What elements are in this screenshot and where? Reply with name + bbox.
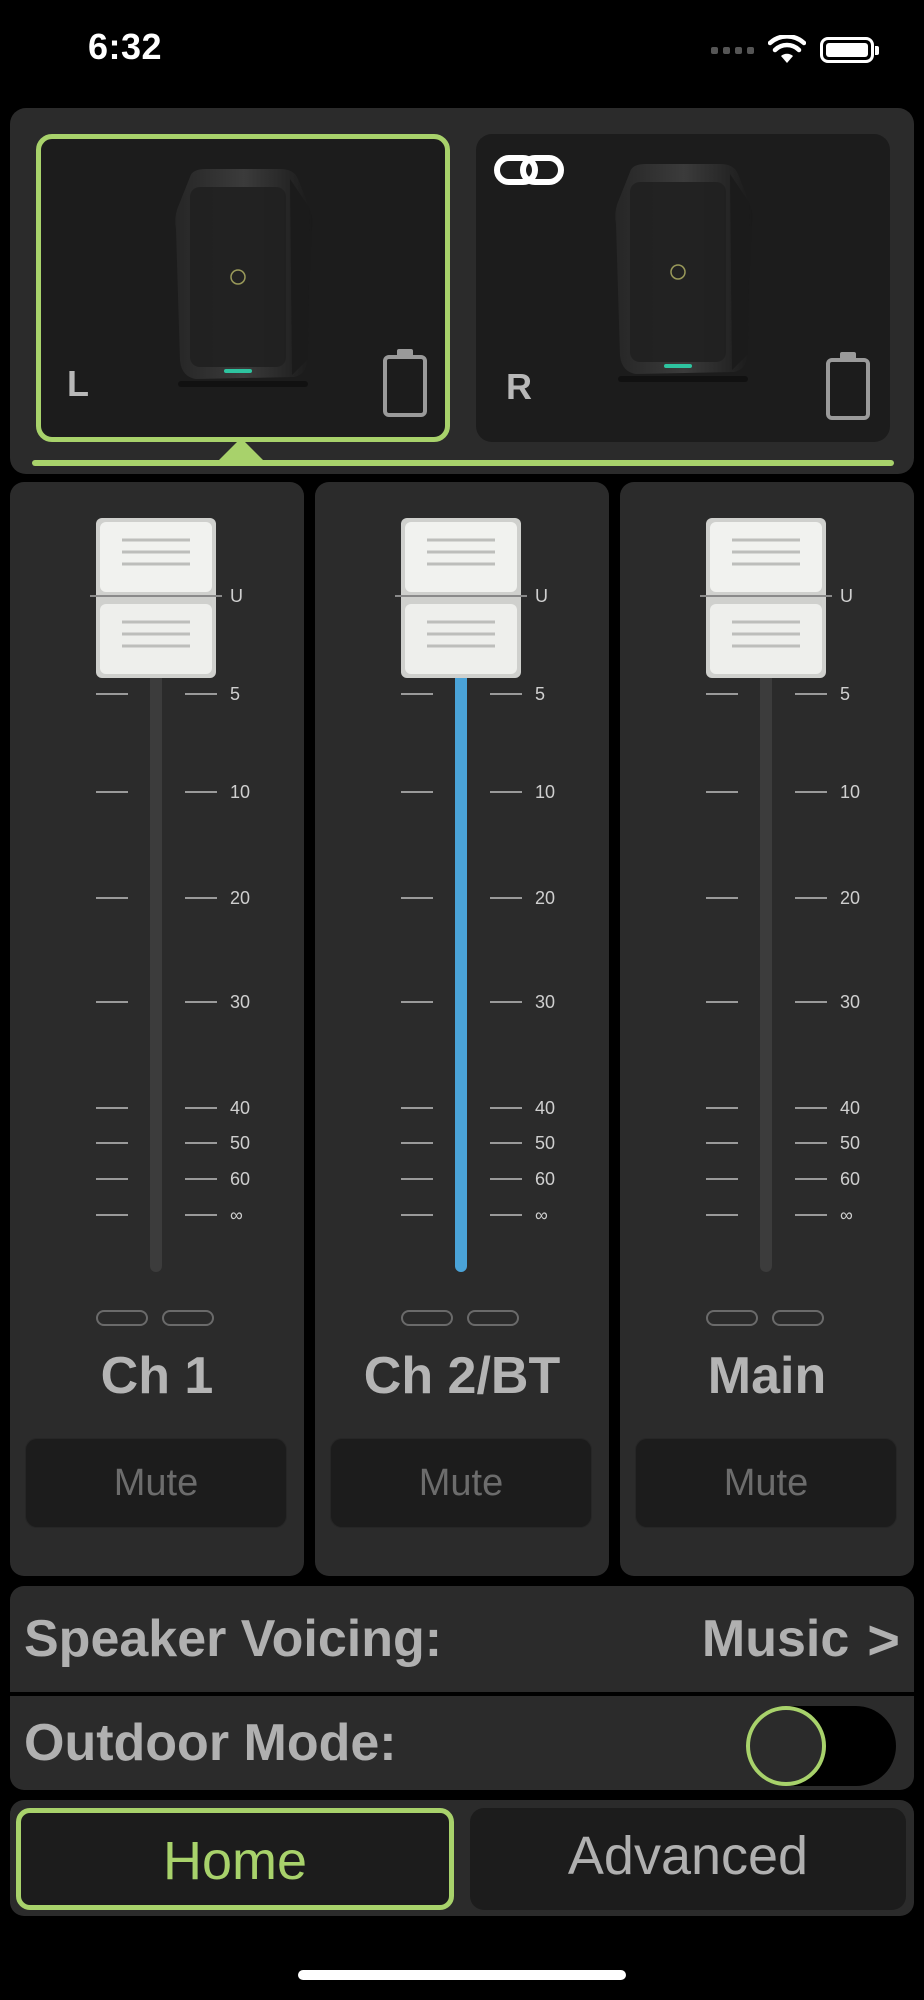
outdoor-mode-row: Outdoor Mode:: [10, 1696, 914, 1790]
fader-level-fill: [455, 642, 467, 1272]
scale-label: U: [535, 586, 548, 606]
fader-track: [150, 632, 162, 1272]
scale-label: ∞: [535, 1205, 548, 1225]
status-time: 6:32: [88, 26, 163, 67]
scale-label: 5: [535, 684, 545, 704]
signal-leds: [96, 1310, 214, 1326]
speaker-voicing-row[interactable]: Speaker Voicing: Music >: [10, 1586, 914, 1692]
speaker-selector: L R: [10, 108, 914, 474]
cellular-signal-icon: [711, 46, 754, 54]
battery-icon: [820, 37, 879, 63]
scale-label: 40: [230, 1098, 250, 1118]
mute-button[interactable]: Mute: [635, 1438, 897, 1528]
led: [96, 1310, 148, 1326]
fader-main[interactable]: U 5 10 20 30 40 50 60 ∞: [620, 482, 914, 1382]
scale-label: ∞: [840, 1205, 853, 1225]
scale-label: 10: [840, 782, 860, 802]
speaker-voicing-label: Speaker Voicing:: [24, 1610, 443, 1668]
scale-label: ∞: [230, 1205, 243, 1225]
scale-label: 20: [230, 888, 250, 908]
fader-knob-top: [100, 522, 212, 592]
led: [772, 1310, 824, 1326]
led: [401, 1310, 453, 1326]
fader-knob-bottom: [405, 604, 517, 674]
channel-name: Ch 2/BT: [363, 1347, 561, 1405]
fader-ch2-bt[interactable]: U 5 10 20 30 40 50 60 ∞: [315, 482, 609, 1382]
mute-button[interactable]: Mute: [25, 1438, 287, 1528]
channel-name: Ch 1: [100, 1347, 214, 1405]
speaker-card-left[interactable]: L: [36, 134, 450, 442]
scale-label: 10: [535, 782, 555, 802]
speaker-voicing-value[interactable]: Music >: [702, 1607, 900, 1672]
fader-knob[interactable]: [395, 518, 527, 678]
led: [706, 1310, 758, 1326]
link-icon[interactable]: [494, 152, 564, 188]
scale-label: 5: [840, 684, 850, 704]
toggle-knob: [746, 1706, 826, 1786]
scale-label: U: [230, 586, 243, 606]
fader-knob-top: [405, 522, 517, 592]
scale-label: 60: [230, 1169, 250, 1189]
signal-leds: [401, 1310, 519, 1326]
tab-bar: Home Advanced: [10, 1800, 914, 1916]
mute-button[interactable]: Mute: [330, 1438, 592, 1528]
channel-strip-ch2-bt: U 5 10 20 30 40 50 60 ∞ Ch 2/BT Mute: [315, 482, 609, 1576]
fader-track: [760, 632, 772, 1272]
selection-pointer: [219, 438, 263, 460]
scale-label: 50: [230, 1133, 250, 1153]
scale-label: 10: [230, 782, 250, 802]
outdoor-mode-label: Outdoor Mode:: [24, 1714, 397, 1772]
fader-knob-bottom: [710, 604, 822, 674]
signal-leds: [706, 1310, 824, 1326]
fader-knob-top: [710, 522, 822, 592]
channel-strip-main: U 5 10 20 30 40 50 60 ∞ Main Mute: [620, 482, 914, 1576]
scale-label: 60: [535, 1169, 555, 1189]
home-indicator[interactable]: [298, 1970, 626, 1980]
fader-ch1[interactable]: U 5 10 20 30 40 50 60 ∞: [10, 482, 304, 1382]
scale-label: 50: [535, 1133, 555, 1153]
speaker-card-right[interactable]: R: [476, 134, 890, 442]
scale-label: 20: [840, 888, 860, 908]
chevron-right-icon: >: [867, 1607, 900, 1671]
scale-label: 5: [230, 684, 240, 704]
speaker-battery-icon: [826, 352, 870, 420]
outdoor-mode-toggle[interactable]: [746, 1706, 896, 1786]
scale-label: 60: [840, 1169, 860, 1189]
selection-underline: [32, 460, 894, 466]
fader-knob-bottom: [100, 604, 212, 674]
channel-strip-ch1: U 5 10 20 30 40 50 60 ∞ Ch 1 Mute: [10, 482, 304, 1576]
scale-label: 40: [535, 1098, 555, 1118]
scale-label: 20: [535, 888, 555, 908]
wifi-icon: [768, 35, 806, 63]
scale-label: 30: [840, 992, 860, 1012]
scale-label: 30: [230, 992, 250, 1012]
scale-label: 40: [840, 1098, 860, 1118]
tab-home[interactable]: Home: [16, 1808, 454, 1910]
voicing-value-text: Music: [701, 1610, 850, 1668]
led: [467, 1310, 519, 1326]
speaker-battery-icon: [383, 349, 427, 417]
fader-knob[interactable]: [90, 518, 222, 678]
scale-label: U: [840, 586, 853, 606]
scale-label: 50: [840, 1133, 860, 1153]
speaker-icon: [615, 164, 753, 382]
channel-name: Main: [707, 1347, 827, 1405]
speaker-side-label: L: [67, 363, 89, 404]
status-icons: [711, 30, 879, 70]
speaker-side-label: R: [506, 366, 532, 407]
led: [162, 1310, 214, 1326]
tab-advanced[interactable]: Advanced: [470, 1808, 906, 1910]
fader-knob[interactable]: [700, 518, 832, 678]
scale-label: 30: [535, 992, 555, 1012]
speaker-icon: [175, 169, 313, 387]
